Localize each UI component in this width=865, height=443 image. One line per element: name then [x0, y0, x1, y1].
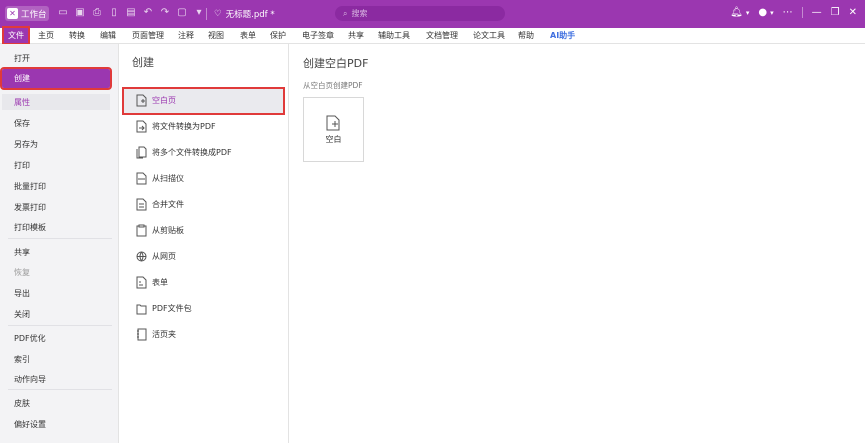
chevron-down-icon[interactable]: ▾	[746, 9, 750, 17]
content-subtitle: 从空白页创建PDF	[303, 81, 363, 90]
page-icon[interactable]: ▢	[176, 7, 188, 19]
blank-page-icon	[326, 115, 340, 134]
content-title: 创建空白PDF	[303, 57, 369, 70]
menu-annotate[interactable]: 注释	[178, 28, 194, 43]
blank-template-label: 空白	[325, 135, 342, 144]
option-from-clipboard[interactable]: 从剪贴板	[136, 224, 184, 237]
menu-e-sign[interactable]: 电子签章	[302, 28, 334, 43]
undo-icon[interactable]: ↶	[142, 7, 154, 19]
menu-bar: 文件 主页 转换 编辑 页面管理 注释 视图 表单 保护 电子签章 共享 辅助工…	[0, 26, 865, 45]
option-binder[interactable]: 活页夹	[136, 328, 176, 341]
option-form[interactable]: 表单	[136, 276, 168, 289]
title-bar: ✕ 工作台 ▭ ▣ ⎙ ▯ ▤ ↶ ↷ ▢ ▾ ♡ 无标题.pdf * ⌕ 搜索…	[0, 0, 865, 28]
user-icon[interactable]: ●	[758, 7, 767, 18]
panel-title: 创建	[132, 56, 154, 69]
create-options-panel: 创建 空白页 将文件转换为PDF 将多个文件转换成PDF 从扫描仪 合并文件 从…	[119, 44, 289, 443]
document-title: 无标题.pdf *	[225, 10, 275, 20]
chevron-down-icon[interactable]: ▾	[770, 9, 774, 17]
workbench-label: 工作台	[21, 9, 47, 20]
bell-icon[interactable]: 🔔︎	[730, 7, 743, 18]
file-icon[interactable]: ▯	[108, 7, 120, 19]
form-icon	[136, 276, 147, 289]
menu-convert[interactable]: 转换	[69, 28, 85, 43]
option-from-scanner[interactable]: 从扫描仪	[136, 172, 184, 185]
sidebar-item-properties[interactable]: 属性	[2, 94, 110, 110]
package-icon	[136, 302, 147, 315]
sidebar-item-save[interactable]: 保存	[14, 118, 30, 129]
sidebar-item-open[interactable]: 打开	[14, 53, 30, 64]
search-input[interactable]: ⌕ 搜索	[335, 6, 505, 21]
option-convert-file[interactable]: 将文件转换为PDF	[136, 120, 216, 133]
share-icon[interactable]: ▤	[125, 7, 137, 19]
menu-home[interactable]: 主页	[38, 28, 54, 43]
menu-thesis-tools[interactable]: 论文工具	[473, 28, 505, 43]
redo-icon[interactable]: ↷	[159, 7, 171, 19]
menu-share[interactable]: 共享	[348, 28, 364, 43]
menu-edit[interactable]: 编辑	[100, 28, 116, 43]
option-merge-files[interactable]: 合并文件	[136, 198, 184, 211]
workbench-button[interactable]: ✕ 工作台	[5, 6, 49, 21]
document-tab[interactable]: ♡ 无标题.pdf *	[214, 8, 275, 20]
menu-protect[interactable]: 保护	[270, 28, 286, 43]
sidebar-item-batch-print[interactable]: 批量打印	[14, 181, 46, 192]
search-icon: ⌕	[343, 8, 348, 18]
restore-icon[interactable]: ❐	[831, 7, 840, 18]
binder-icon	[136, 328, 147, 341]
sidebar-item-action-wizard[interactable]: 动作向导	[14, 374, 46, 385]
close-icon[interactable]: ✕	[849, 7, 857, 18]
sidebar-item-export[interactable]: 导出	[14, 288, 30, 299]
minimize-icon[interactable]: —	[812, 7, 822, 18]
file-menu-sidebar: 打开 创建 属性 保存 另存为 打印 批量打印 发票打印 打印模板 共享 恢复 …	[0, 44, 119, 443]
sidebar-item-print[interactable]: 打印	[14, 160, 30, 171]
menu-help[interactable]: 帮助	[518, 28, 534, 43]
heart-icon: ♡	[214, 9, 222, 19]
blank-page-icon	[136, 94, 147, 107]
menu-page-manage[interactable]: 页面管理	[132, 28, 164, 43]
sidebar-item-create[interactable]: 创建	[0, 67, 112, 90]
dropdown-icon[interactable]: ▾	[193, 7, 205, 19]
menu-doc-manage[interactable]: 文档管理	[426, 28, 458, 43]
sidebar-item-index[interactable]: 索引	[14, 354, 30, 365]
option-blank-page[interactable]: 空白页	[136, 94, 176, 107]
create-blank-pdf-pane: 创建空白PDF 从空白页创建PDF 空白	[289, 44, 865, 443]
globe-icon	[136, 250, 147, 263]
menu-view[interactable]: 视图	[208, 28, 224, 43]
menu-file[interactable]: 文件	[2, 26, 30, 45]
sidebar-item-save-as[interactable]: 另存为	[14, 139, 38, 150]
option-from-webpage[interactable]: 从网页	[136, 250, 176, 263]
clipboard-icon	[136, 224, 147, 237]
sidebar-item-preferences[interactable]: 偏好设置	[14, 419, 46, 430]
convert-file-icon	[136, 120, 147, 133]
sidebar-item-pdf-optimize[interactable]: PDF优化	[14, 333, 46, 344]
sidebar-item-invoice-print[interactable]: 发票打印	[14, 202, 46, 213]
blank-template-card[interactable]: 空白	[303, 97, 364, 162]
multiple-files-icon	[136, 146, 147, 159]
option-pdf-package[interactable]: PDF文件包	[136, 302, 192, 315]
sidebar-item-print-template[interactable]: 打印模板	[14, 222, 46, 233]
sidebar-item-restore: 恢复	[14, 268, 30, 277]
more-icon[interactable]: ⋯	[783, 7, 793, 18]
menu-form[interactable]: 表单	[240, 28, 256, 43]
folder-icon[interactable]: ▭	[57, 7, 69, 19]
menu-ai-assistant[interactable]: AI助手	[550, 28, 575, 43]
app-logo-icon: ✕	[7, 8, 18, 19]
search-placeholder: 搜索	[351, 9, 368, 18]
sidebar-item-label: 属性	[14, 98, 30, 107]
sidebar-item-close[interactable]: 关闭	[14, 309, 30, 320]
sidebar-item-skin[interactable]: 皮肤	[14, 398, 30, 409]
save-icon[interactable]: ▣	[74, 7, 86, 19]
merge-icon	[136, 198, 147, 211]
sidebar-item-label: 创建	[14, 74, 30, 83]
sidebar-item-share[interactable]: 共享	[14, 247, 30, 258]
menu-tools[interactable]: 辅助工具	[378, 28, 410, 43]
scanner-icon	[136, 172, 147, 185]
print-icon[interactable]: ⎙	[91, 7, 103, 19]
option-convert-multiple[interactable]: 将多个文件转换成PDF	[136, 146, 232, 159]
